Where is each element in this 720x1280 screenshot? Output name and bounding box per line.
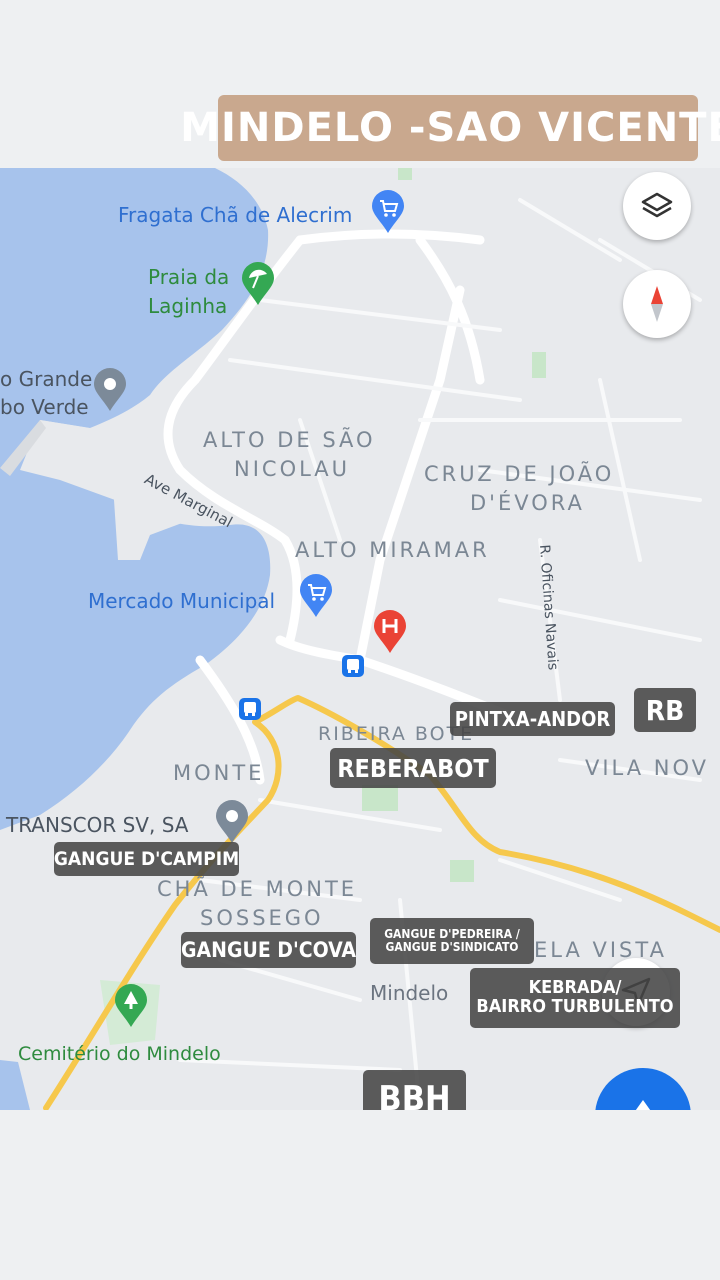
neighborhood-alto-sao-line1: ALTO DE SÃO — [203, 428, 376, 452]
shopping-cart-pin-icon[interactable] — [298, 574, 334, 618]
label-praia-line1[interactable]: Praia da — [148, 265, 229, 289]
shopping-cart-pin-icon[interactable] — [370, 190, 406, 234]
place-pin-icon[interactable] — [214, 800, 250, 844]
layers-button[interactable] — [623, 172, 691, 240]
park-area — [362, 785, 398, 811]
title-banner: MINDELO -SAO VICENTE — [180, 95, 720, 161]
tag-rb: RB — [634, 688, 696, 732]
neighborhood-monte: MONTE — [173, 761, 265, 785]
bottom-blank-area — [0, 1110, 720, 1280]
tag-kebrada: KEBRADA/ BAIRRO TURBULENTO — [470, 968, 680, 1028]
beach-pin-icon[interactable] — [240, 262, 276, 306]
tag-pintxa-andor: PINTXA-ANDOR — [450, 702, 615, 736]
neighborhood-sossego: SOSSEGO — [200, 906, 324, 930]
layers-icon — [641, 192, 673, 218]
bus-stop-icon[interactable] — [342, 655, 364, 677]
neighborhood-bela-vista: ELA VISTA — [534, 938, 667, 962]
tag-gangue-pedreira: GANGUE D'PEDREIRA / GANGUE D'SINDICATO — [370, 918, 534, 964]
park-area — [398, 168, 412, 180]
tag-kebrada-line2: BAIRRO TURBULENTO — [476, 996, 674, 1017]
compass-icon — [651, 286, 663, 322]
map-screen: MINDELO -SAO VICENTE Fragata Chã de Alec… — [0, 0, 720, 1280]
hospital-pin-icon[interactable] — [372, 610, 408, 654]
tag-gangue-pedreira-line2: GANGUE D'SINDICATO — [385, 940, 519, 954]
tag-gangue-campim: GANGUE D'CAMPIM — [54, 842, 239, 876]
bus-stop-icon[interactable] — [239, 698, 261, 720]
neighborhood-cha-de-monte: CHÃ DE MONTE — [157, 877, 358, 901]
tree-pin-icon[interactable] — [113, 984, 149, 1028]
label-praia-line2[interactable]: Laginha — [148, 294, 227, 318]
neighborhood-cruz-line2: D'ÉVORA — [470, 491, 585, 515]
tag-gangue-cova: GANGUE D'COVA — [181, 932, 356, 968]
label-fragata[interactable]: Fragata Chã de Alecrim — [118, 203, 352, 227]
place-pin-icon[interactable] — [92, 368, 128, 412]
neighborhood-cruz-line1: CRUZ DE JOÃO — [424, 462, 615, 486]
neighborhood-alto-sao-line2: NICOLAU — [234, 457, 351, 481]
label-transcor[interactable]: TRANSCOR SV, SA — [6, 813, 188, 837]
park-area — [450, 860, 474, 882]
label-mindelo: Mindelo — [370, 981, 449, 1005]
tag-reberabot: REBERABOT — [330, 748, 496, 788]
park-area — [532, 352, 546, 378]
label-porto-line2[interactable]: bo Verde — [0, 395, 89, 419]
compass-button[interactable] — [623, 270, 691, 338]
neighborhood-vila-nova: VILA NOV — [585, 756, 710, 780]
neighborhood-alto-miramar: ALTO MIRAMAR — [295, 538, 490, 562]
label-cemiterio[interactable]: Cemitério do Mindelo — [18, 1043, 221, 1065]
label-mercado[interactable]: Mercado Municipal — [88, 589, 275, 613]
label-porto-line1[interactable]: o Grande — [0, 367, 92, 391]
